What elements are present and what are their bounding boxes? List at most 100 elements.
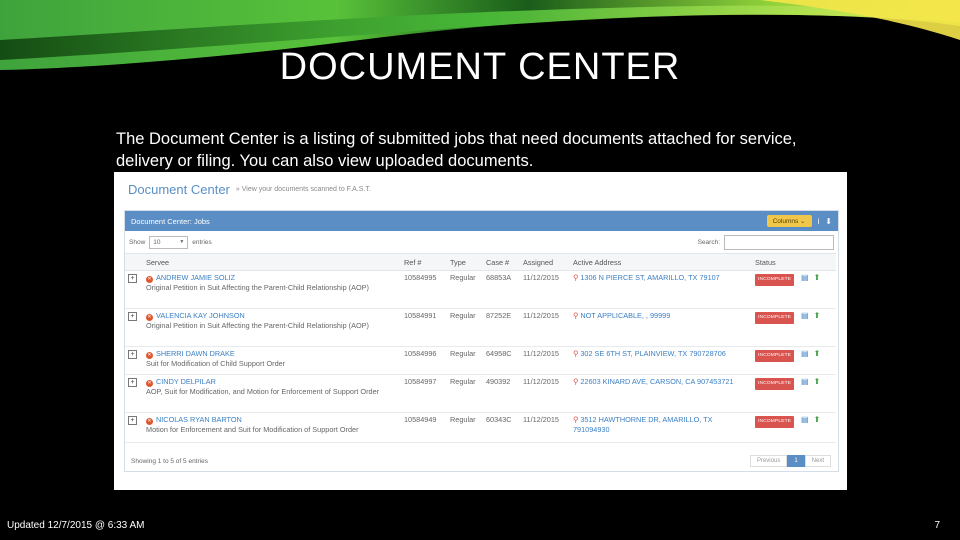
app-header: Document Center » View your documents sc… [114, 172, 847, 206]
col-header-address[interactable]: Active Address [570, 253, 752, 271]
download-icon[interactable]: ⬇ [825, 217, 832, 226]
remove-icon[interactable]: ✕ [146, 276, 153, 283]
status-badge: INCOMPLETE [755, 274, 795, 286]
map-pin-icon: ⚲ [573, 273, 579, 282]
entries-summary: Showing 1 to 5 of 5 entries [131, 457, 208, 465]
columns-button[interactable]: Columns ⌄ [766, 215, 812, 227]
upload-icon[interactable]: ⬆ [814, 377, 821, 386]
pager-page-1-button[interactable]: 1 [787, 455, 805, 467]
ref-cell: 10584949 [401, 412, 447, 443]
servee-desc: Original Petition in Suit Affecting the … [146, 283, 369, 292]
address-link[interactable]: 3512 HAWTHORNE DR, AMARILLO, TX 79109493… [573, 415, 713, 434]
document-icon[interactable]: ▤ [801, 273, 809, 282]
assigned-cell: 11/12/2015 [520, 412, 570, 443]
search-input[interactable] [724, 234, 834, 250]
table-row: + ✕ SHERRI DAWN DRAKE Suit for Modificatio… [125, 346, 836, 375]
expand-icon[interactable]: + [128, 274, 137, 283]
servee-name-link[interactable]: CINDY DELPILAR [156, 377, 216, 386]
upload-icon[interactable]: ⬆ [814, 273, 821, 282]
status-badge: INCOMPLETE [755, 350, 795, 362]
document-icon[interactable]: ▤ [801, 311, 809, 320]
slide-page-number: 7 [934, 520, 940, 531]
type-cell: Regular [447, 270, 483, 309]
upload-icon[interactable]: ⬆ [814, 311, 821, 320]
app-subtitle: » View your documents scanned to F.A.S.T… [235, 185, 371, 193]
servee-desc: AOP, Suit for Modification, and Motion f… [146, 387, 380, 396]
case-cell: 64958C [483, 346, 520, 375]
expand-icon[interactable]: + [128, 350, 137, 359]
servee-desc: Motion for Enforcement and Suit for Modi… [146, 425, 359, 434]
document-icon[interactable]: ▤ [801, 415, 809, 424]
servee-desc: Suit for Modification of Child Support O… [146, 359, 286, 368]
table-header-row: Servee Ref # Type Case # Assigned Active… [125, 253, 836, 271]
assigned-cell: 11/12/2015 [520, 308, 570, 347]
type-cell: Regular [447, 412, 483, 443]
search-label: Search: [697, 238, 720, 246]
upload-icon[interactable]: ⬆ [814, 415, 821, 424]
jobs-table: Servee Ref # Type Case # Assigned Active… [125, 253, 836, 443]
type-cell: Regular [447, 308, 483, 347]
expand-icon[interactable]: + [128, 312, 137, 321]
info-icon[interactable]: i [818, 217, 820, 226]
remove-icon[interactable]: ✕ [146, 380, 153, 387]
slide-intro-text: The Document Center is a listing of subm… [116, 130, 797, 170]
table-row: + ✕ CINDY DELPILAR AOP, Suit for Modificat… [125, 374, 836, 413]
expand-icon[interactable]: + [128, 378, 137, 387]
jobs-panel: Document Center: Jobs Columns ⌄ i ⬇ Show… [124, 210, 839, 472]
table-row: + ✕ NICOLAS RYAN BARTON Motion for Enforce… [125, 412, 836, 443]
assigned-cell: 11/12/2015 [520, 374, 570, 413]
servee-name-link[interactable]: ANDREW JAMIE SOLIZ [156, 273, 235, 282]
servee-name-link[interactable]: SHERRI DAWN DRAKE [156, 349, 235, 358]
document-icon[interactable]: ▤ [801, 349, 809, 358]
ref-cell: 10584997 [401, 374, 447, 413]
map-pin-icon: ⚲ [573, 415, 579, 424]
entries-label: entries [192, 238, 212, 246]
show-label: Show [129, 238, 146, 246]
slide-title: DOCUMENT CENTER [279, 46, 681, 88]
caret-down-icon: ▼ [179, 238, 185, 245]
address-link[interactable]: NOT APPLICABLE, , 99999 [580, 311, 670, 320]
assigned-cell: 11/12/2015 [520, 346, 570, 375]
col-header-ref[interactable]: Ref # [401, 253, 447, 271]
col-header-status[interactable]: Status [752, 253, 798, 271]
table-controls: Show 10 ▼ entries Search: [125, 231, 838, 253]
case-cell: 60343C [483, 412, 520, 443]
col-header-servee[interactable]: Servee [143, 253, 401, 271]
servee-name-link[interactable]: NICOLAS RYAN BARTON [156, 415, 242, 424]
updated-timestamp: Updated 12/7/2015 @ 6:33 AM [7, 520, 145, 531]
case-cell: 68853A [483, 270, 520, 309]
status-badge: INCOMPLETE [755, 378, 795, 390]
document-icon[interactable]: ▤ [801, 377, 809, 386]
status-badge: INCOMPLETE [755, 416, 795, 428]
case-cell: 490392 [483, 374, 520, 413]
col-header-assigned[interactable]: Assigned [520, 253, 570, 271]
table-row: + ✕ ANDREW JAMIE SOLIZ Original Petition i… [125, 270, 836, 309]
upload-icon[interactable]: ⬆ [814, 349, 821, 358]
type-cell: Regular [447, 374, 483, 413]
map-pin-icon: ⚲ [573, 349, 579, 358]
remove-icon[interactable]: ✕ [146, 418, 153, 425]
map-pin-icon: ⚲ [573, 377, 579, 386]
case-cell: 87252E [483, 308, 520, 347]
remove-icon[interactable]: ✕ [146, 352, 153, 359]
document-center-screenshot: Document Center » View your documents sc… [114, 172, 847, 490]
col-header-type[interactable]: Type [447, 253, 483, 271]
assigned-cell: 11/12/2015 [520, 270, 570, 309]
address-link[interactable]: 302 SE 6TH ST, PLAINVIEW, TX 790728706 [580, 349, 725, 358]
app-title: Document Center [128, 181, 230, 197]
status-badge: INCOMPLETE [755, 312, 795, 324]
ref-cell: 10584996 [401, 346, 447, 375]
panel-header: Document Center: Jobs Columns ⌄ i ⬇ [125, 211, 838, 231]
pager-next-button[interactable]: Next [804, 455, 831, 467]
address-link[interactable]: 1306 N PIERCE ST, AMARILLO, TX 79107 [580, 273, 719, 282]
col-header-case[interactable]: Case # [483, 253, 520, 271]
remove-icon[interactable]: ✕ [146, 314, 153, 321]
expand-icon[interactable]: + [128, 416, 137, 425]
servee-name-link[interactable]: VALENCIA KAY JOHNSON [156, 311, 245, 320]
entries-select[interactable]: 10 ▼ [149, 235, 189, 249]
table-row: + ✕ VALENCIA KAY JOHNSON Original Petition… [125, 308, 836, 347]
type-cell: Regular [447, 346, 483, 375]
pager-previous-button[interactable]: Previous [749, 455, 788, 467]
servee-desc: Original Petition in Suit Affecting the … [146, 321, 369, 330]
address-link[interactable]: 22603 KINARD AVE, CARSON, CA 907453721 [580, 377, 733, 386]
